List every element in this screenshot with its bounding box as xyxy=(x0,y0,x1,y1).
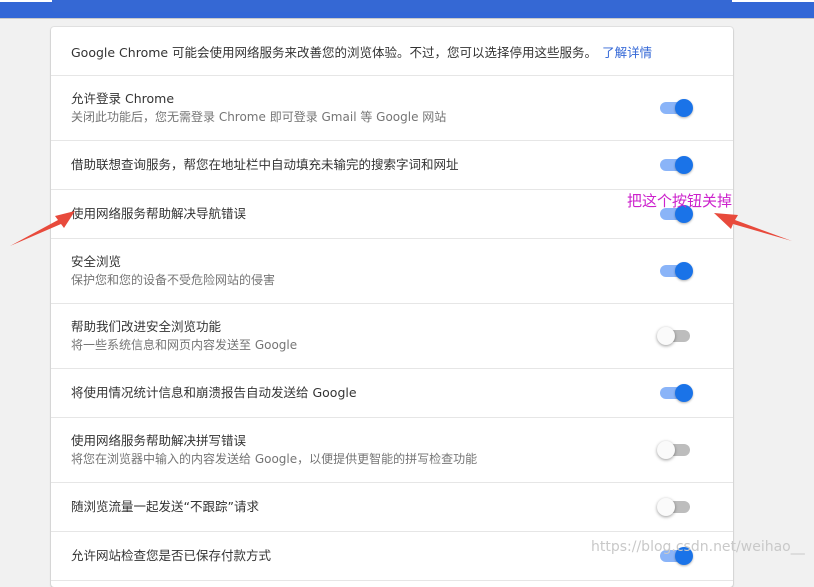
top-app-bar-inner xyxy=(52,0,732,12)
setting-title: 将使用情况统计信息和崩溃报告自动发送给 Google xyxy=(71,385,357,400)
intro-row: Google Chrome 可能会使用网络服务来改善您的浏览体验。不过，您可以选… xyxy=(51,27,733,76)
autocomplete-searches-toggle[interactable] xyxy=(657,155,693,175)
setting-row-autocomplete-searches: 借助联想查询服务，帮您在地址栏中自动填充未输完的搜索字词和网址 xyxy=(51,141,733,190)
privacy-settings-card: Google Chrome 可能会使用网络服务来改善您的浏览体验。不过，您可以选… xyxy=(51,27,733,587)
setting-title: 允许登录 Chrome xyxy=(71,91,175,106)
do-not-track-toggle[interactable] xyxy=(657,497,693,517)
usage-statistics-toggle[interactable] xyxy=(657,383,693,403)
setting-title: 帮助我们改进安全浏览功能 xyxy=(71,319,222,334)
setting-subtitle: 将一些系统信息和网页内容发送至 Google xyxy=(71,338,298,352)
top-app-bar xyxy=(0,0,814,19)
setting-row-do-not-track: 随浏览流量一起发送“不跟踪”请求 xyxy=(51,483,733,532)
setting-row-safe-browsing: 安全浏览 保护您和您的设备不受危险网站的侵害 xyxy=(51,239,733,304)
spelling-service-toggle[interactable] xyxy=(657,440,693,460)
setting-title: 使用网络服务帮助解决导航错误 xyxy=(71,206,247,221)
setting-row-spelling-service: 使用网络服务帮助解决拼写错误 将您在浏览器中输入的内容发送给 Google，以便… xyxy=(51,418,733,483)
setting-title: 安全浏览 xyxy=(71,254,122,269)
watermark: https://blog.csdn.net/weihao__ xyxy=(591,539,805,555)
allow-chrome-signin-toggle[interactable] xyxy=(657,98,693,118)
setting-row-usage-statistics: 将使用情况统计信息和崩溃报告自动发送给 Google xyxy=(51,369,733,418)
setting-subtitle: 将您在浏览器中输入的内容发送给 Google，以便提供更智能的拼写检查功能 xyxy=(71,452,478,466)
learn-more-link[interactable]: 了解详情 xyxy=(602,42,652,61)
setting-title: 允许网站检查您是否已保存付款方式 xyxy=(71,548,272,563)
setting-row-improve-safe-browsing: 帮助我们改进安全浏览功能 将一些系统信息和网页内容发送至 Google xyxy=(51,304,733,369)
setting-row-allow-chrome-signin: 允许登录 Chrome 关闭此功能后，您无需登录 Chrome 即可登录 Gma… xyxy=(51,76,733,141)
improve-safe-browsing-toggle[interactable] xyxy=(657,326,693,346)
intro-text: Google Chrome 可能会使用网络服务来改善您的浏览体验。不过，您可以选… xyxy=(71,44,598,60)
setting-title: 随浏览流量一起发送“不跟踪”请求 xyxy=(71,499,259,514)
setting-subtitle: 保护您和您的设备不受危险网站的侵害 xyxy=(71,273,276,287)
safe-browsing-toggle[interactable] xyxy=(657,261,693,281)
annotation-label: 把这个按钮关掉 xyxy=(627,192,733,210)
setting-title: 借助联想查询服务，帮您在地址栏中自动填充未输完的搜索字词和网址 xyxy=(71,157,459,172)
setting-subtitle: 关闭此功能后，您无需登录 Chrome 即可登录 Gmail 等 Google … xyxy=(71,110,447,124)
setting-title: 使用网络服务帮助解决拼写错误 xyxy=(71,433,247,448)
